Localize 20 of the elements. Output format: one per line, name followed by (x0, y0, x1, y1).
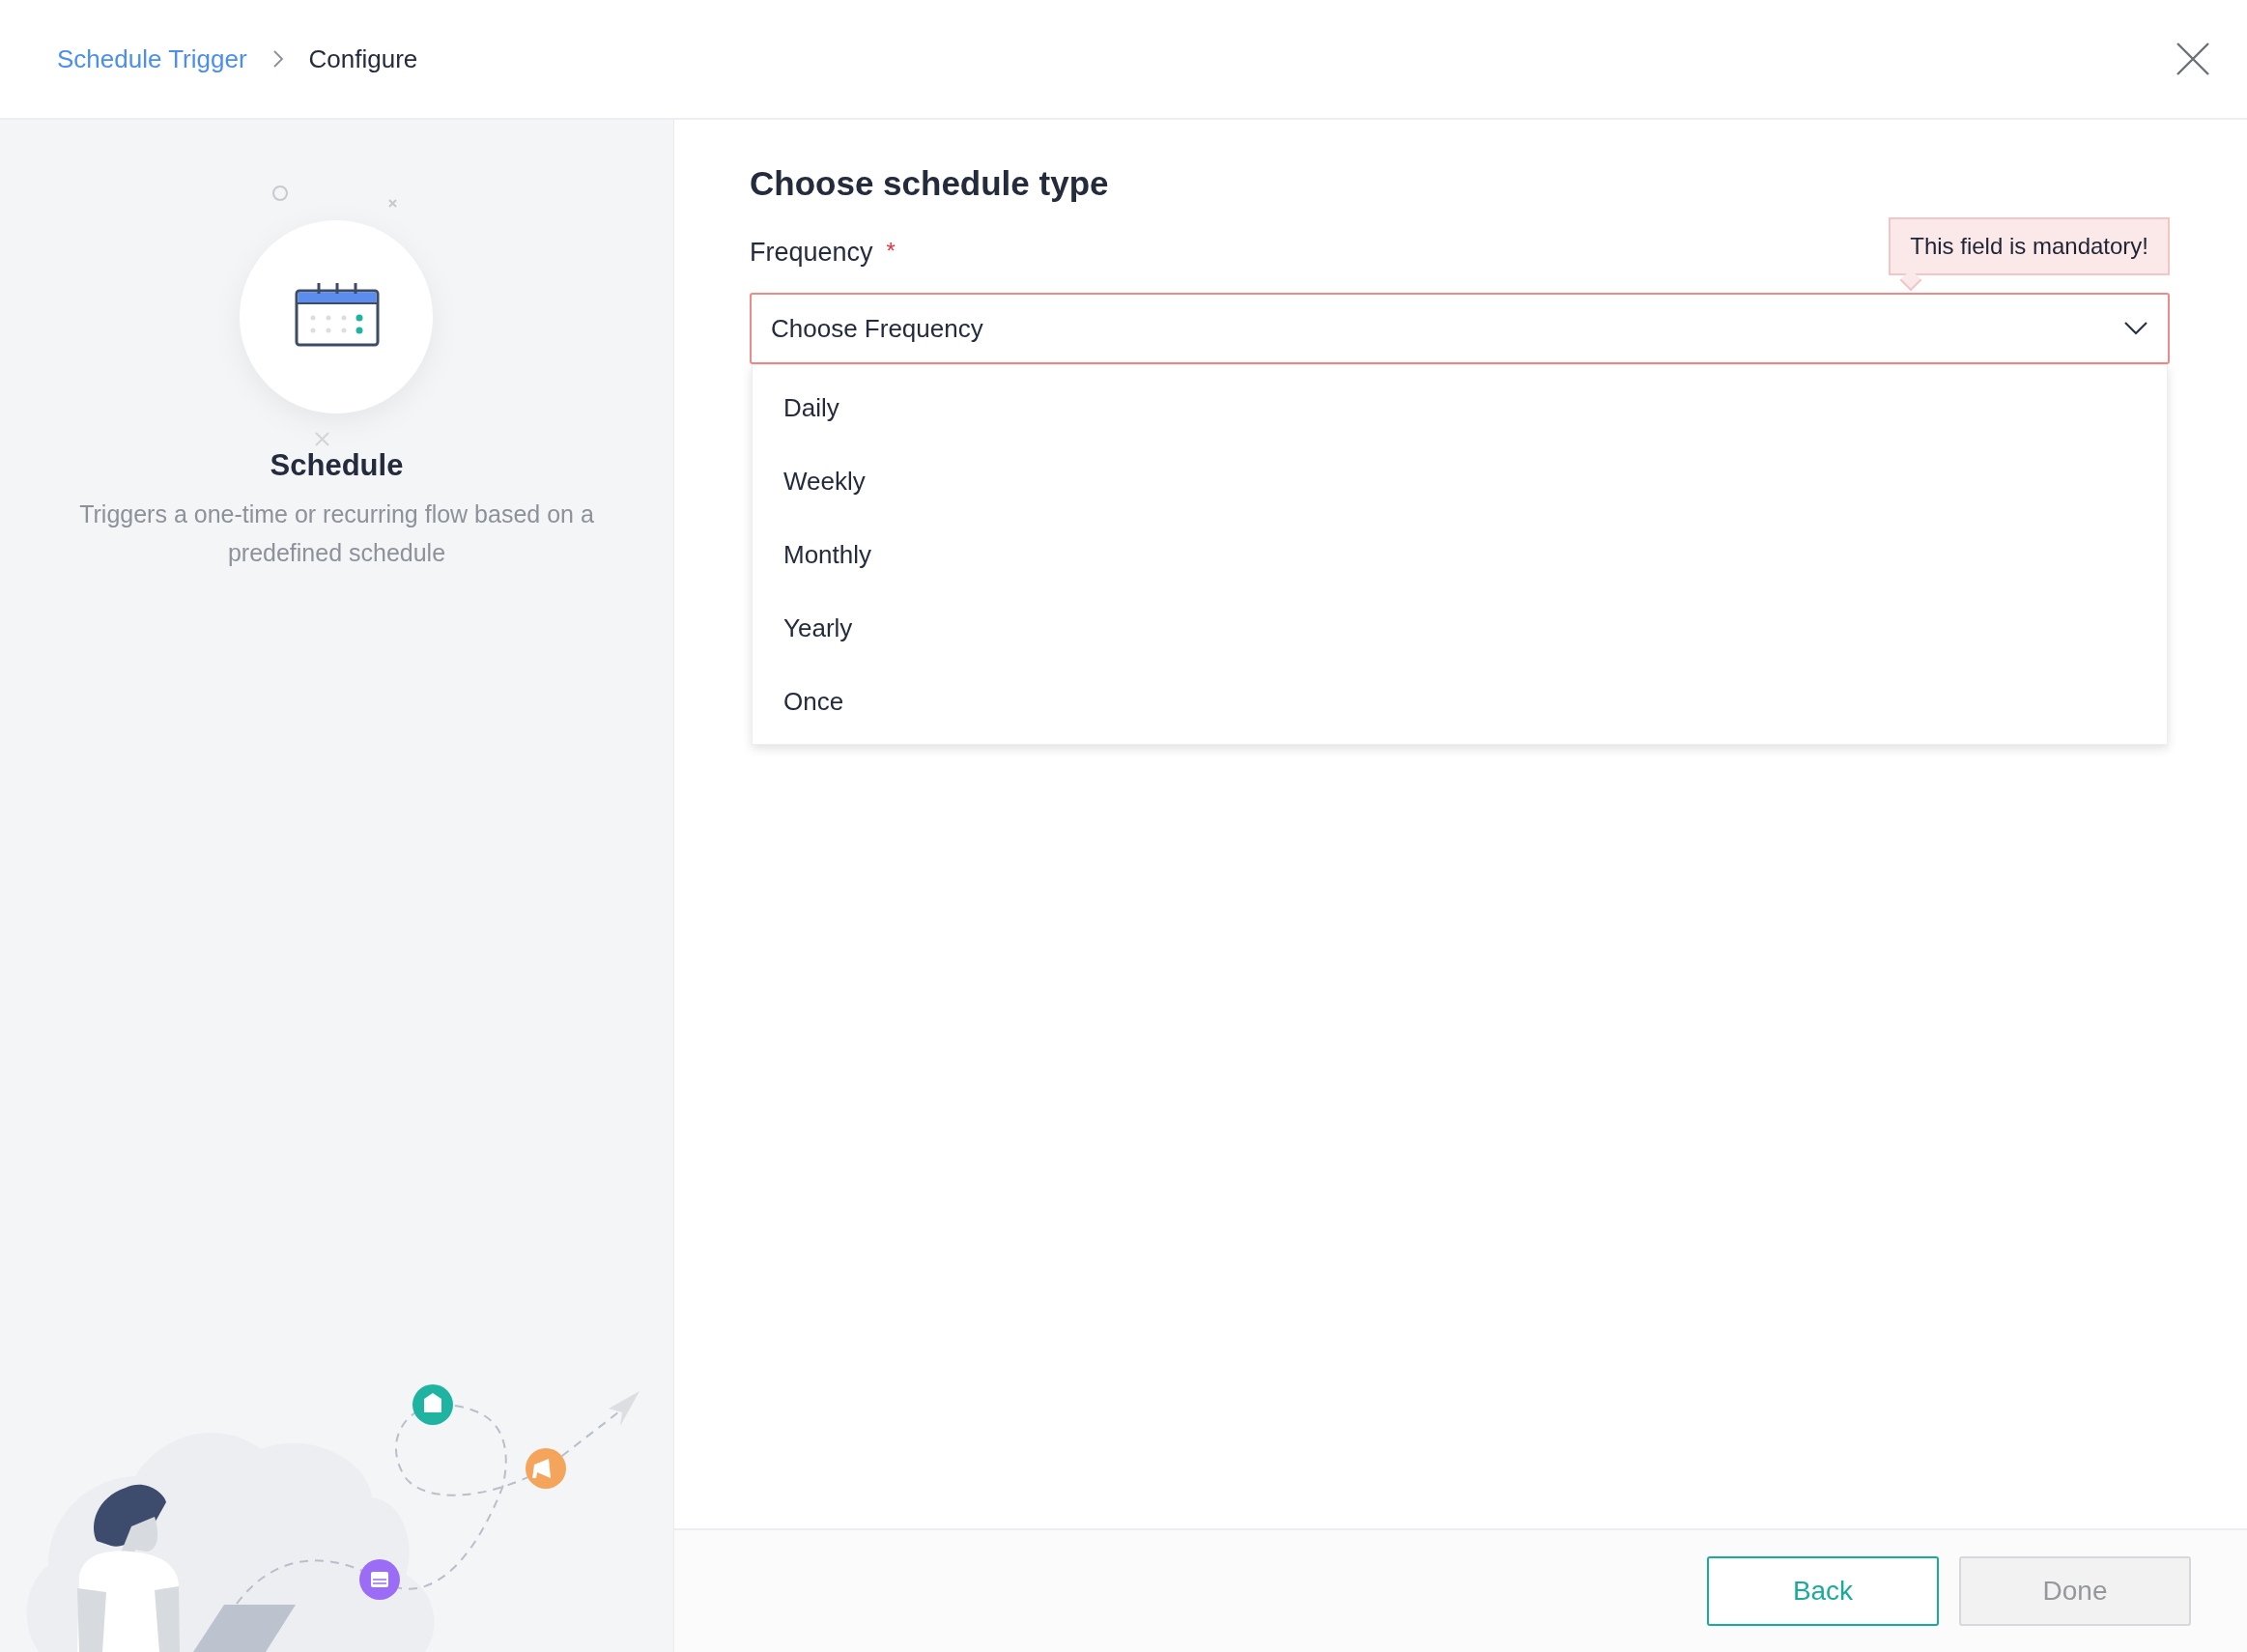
cross-icon (314, 432, 329, 446)
ring-icon (271, 185, 288, 201)
close-icon[interactable] (2176, 42, 2210, 76)
dropdown-option[interactable]: Monthly (753, 518, 2167, 591)
required-mark: * (886, 238, 896, 265)
chevron-right-icon (271, 49, 284, 69)
cross-icon (387, 199, 397, 208)
dropdown-option[interactable]: Yearly (753, 591, 2167, 665)
dropdown-option[interactable]: Weekly (753, 444, 2167, 518)
dropdown-option[interactable]: Daily (753, 371, 2167, 444)
chevron-down-icon (2123, 321, 2148, 336)
frequency-select[interactable]: Choose Frequency (750, 293, 2170, 364)
trigger-description: Triggers a one-time or recurring flow based on a predefined schedule (78, 499, 595, 568)
breadcrumb-current: Configure (308, 43, 418, 74)
section-title: Choose schedule type (750, 164, 1110, 203)
field-label: Frequency (750, 238, 873, 268)
calendar-icon (295, 283, 379, 347)
trigger-title: Schedule (270, 448, 404, 483)
error-tooltip: This field is mandatory! (1889, 217, 2170, 275)
dropdown-option[interactable]: Once (753, 665, 2167, 738)
